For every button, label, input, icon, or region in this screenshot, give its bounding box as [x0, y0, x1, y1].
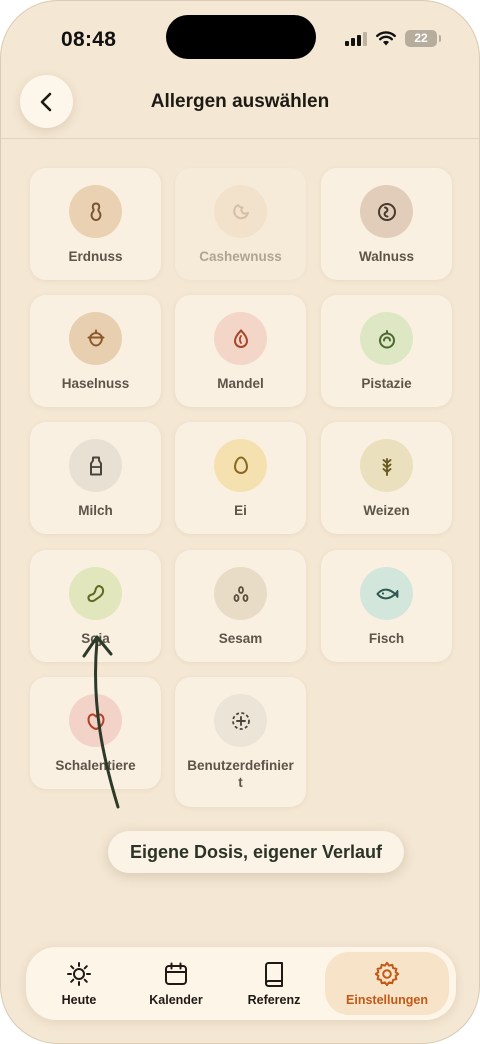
allergen-card-milch[interactable]: Milch [30, 422, 161, 534]
allergen-label: Cashewnuss [199, 249, 282, 264]
status-time: 08:48 [61, 28, 117, 51]
status-bar: 08:48 22 [1, 1, 479, 81]
allergen-label: Soja [81, 631, 110, 646]
tab-kalender[interactable]: Kalender [128, 947, 224, 1020]
allergen-label: Schalentiere [55, 758, 136, 773]
allergen-icon-circle [360, 185, 413, 238]
allergen-card-soja[interactable]: Soja [30, 550, 161, 662]
allergen-label: Mandel [217, 376, 264, 391]
cellular-signal-icon [345, 31, 367, 46]
dynamic-island [166, 15, 316, 59]
allergen-label: Pistazie [361, 376, 412, 391]
allergen-icon-circle [69, 312, 122, 365]
tab-einstellungen[interactable]: Einstellungen [325, 952, 449, 1015]
milk-bottle-icon [89, 456, 102, 475]
soybean-icon [86, 584, 104, 602]
allergen-label: Benutzerdefiniert [187, 758, 294, 790]
tab-referenz[interactable]: Referenz [226, 947, 322, 1020]
allergen-icon-circle [360, 439, 413, 492]
gear-icon [374, 961, 400, 987]
allergen-card-ei[interactable]: Ei [175, 422, 306, 534]
allergen-icon-circle [214, 312, 267, 365]
allergen-card-schalentiere[interactable]: Schalentiere [30, 677, 161, 789]
allergen-card-pistazie[interactable]: Pistazie [321, 295, 452, 407]
allergen-card-fisch[interactable]: Fisch [321, 550, 452, 662]
fish-icon [376, 588, 398, 599]
cashew-icon [232, 203, 249, 219]
tab-label: Kalender [149, 993, 203, 1007]
almond-icon [233, 328, 248, 348]
allergen-card-erdnuss[interactable]: Erdnuss [30, 168, 161, 280]
allergen-card-cashewnuss[interactable]: Cashewnuss [175, 168, 306, 280]
add-custom-icon [231, 711, 250, 730]
status-icons: 22 [345, 30, 441, 47]
allergen-icon-circle [214, 439, 267, 492]
egg-icon [233, 455, 248, 474]
allergen-label: Haselnuss [61, 376, 130, 391]
allergen-card-mandel[interactable]: Mandel [175, 295, 306, 407]
allergen-icon-circle [360, 312, 413, 365]
allergen-card-walnuss[interactable]: Walnuss [321, 168, 452, 280]
pistachio-icon [378, 329, 395, 348]
allergen-icon-circle [214, 567, 267, 620]
allergen-icon-circle [69, 185, 122, 238]
allergen-icon-circle [360, 567, 413, 620]
tab-label: Referenz [247, 993, 301, 1007]
calendar-icon [165, 962, 187, 985]
hazelnut-icon [87, 329, 104, 347]
page-header: Allergen auswählen [1, 71, 479, 139]
allergen-label: Fisch [368, 631, 405, 646]
wheat-icon [382, 457, 391, 476]
page-title: Allergen auswählen [150, 91, 330, 112]
allergen-icon-circle [69, 439, 122, 492]
allergen-label: Milch [78, 503, 113, 518]
allergen-card-benutzerdefiniert[interactable]: Benutzerdefiniert [175, 677, 306, 807]
tab-bar: Heute Kalender Referenz Einstellungen [26, 947, 456, 1020]
sesame-icon [233, 585, 248, 602]
walnut-icon [377, 202, 396, 221]
allergen-label: Ei [234, 503, 247, 518]
wifi-icon [376, 31, 396, 46]
sun-icon [67, 962, 91, 986]
allergen-icon-circle [214, 694, 267, 747]
allergen-icon-circle [69, 694, 122, 747]
allergen-card-sesam[interactable]: Sesam [175, 550, 306, 662]
allergen-card-weizen[interactable]: Weizen [321, 422, 452, 534]
battery-icon: 22 [405, 30, 441, 47]
allergen-label: Erdnuss [68, 249, 123, 264]
allergen-label: Sesam [218, 631, 263, 646]
tab-label: Heute [61, 993, 97, 1007]
allergen-icon-circle [69, 567, 122, 620]
allergen-icon-circle [214, 185, 267, 238]
tab-heute[interactable]: Heute [31, 947, 127, 1020]
allergen-card-haselnuss[interactable]: Haselnuss [30, 295, 161, 407]
phone-screen: 08:48 22 Allergen auswählen Erdnuss Cash… [0, 0, 480, 1044]
book-icon [265, 962, 283, 987]
tab-label: Einstellungen [346, 993, 428, 1007]
annotation-callout: Eigene Dosis, eigener Verlauf [108, 831, 404, 873]
shellfish-icon [87, 713, 104, 730]
allergen-label: Walnuss [358, 249, 414, 264]
peanut-icon [90, 201, 101, 221]
allergen-label: Weizen [363, 503, 410, 518]
